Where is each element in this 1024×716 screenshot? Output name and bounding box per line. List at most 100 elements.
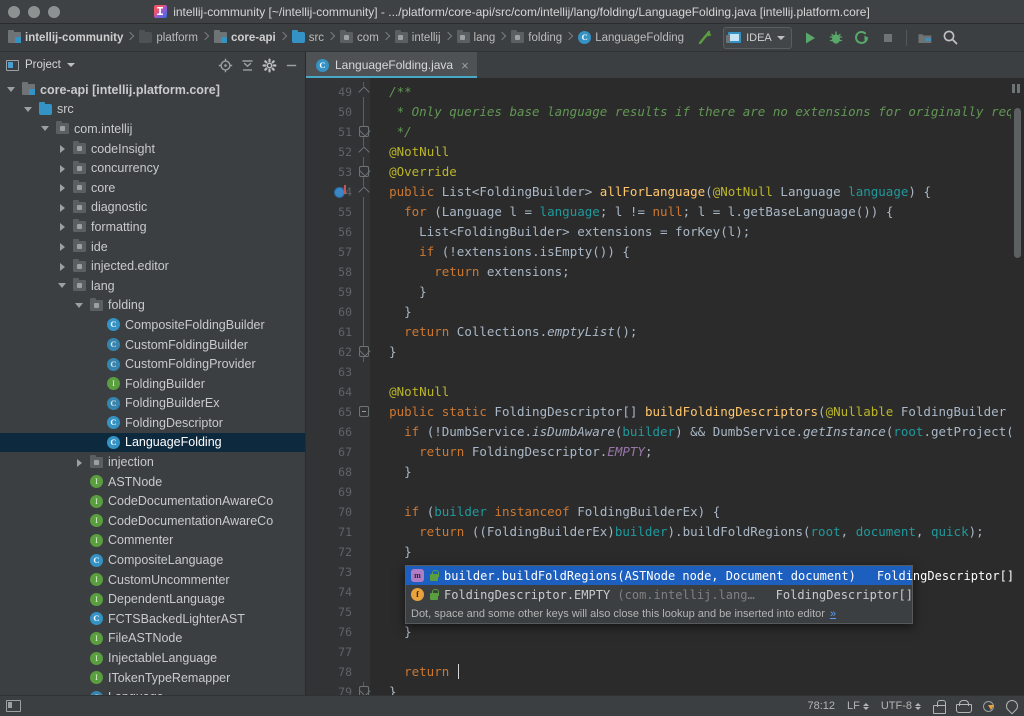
chevron-right-icon[interactable] — [74, 457, 85, 468]
run-configuration-selector[interactable]: IDEA — [723, 26, 792, 49]
lock-icon[interactable] — [933, 700, 946, 714]
tree-item-com-intellij[interactable]: com.intellij — [0, 119, 305, 139]
tree-item-foldingbuilder[interactable]: I FoldingBuilder — [0, 374, 305, 394]
chevron-right-icon[interactable] — [57, 202, 68, 213]
autocomplete-item[interactable]: m builder.buildFoldRegions(ASTNode node, … — [406, 566, 1014, 585]
tree-item-fileastnode[interactable]: I FileASTNode — [0, 629, 305, 649]
close-window-button[interactable] — [8, 5, 20, 18]
breadcrumb-item-folding[interactable]: folding — [507, 24, 565, 51]
fold-end-icon[interactable] — [359, 346, 369, 357]
breadcrumb-item-src[interactable]: src — [288, 24, 327, 51]
fold-region[interactable] — [358, 162, 370, 182]
tree-item-astnode[interactable]: I ASTNode — [0, 472, 305, 492]
debug-button[interactable] — [824, 26, 848, 50]
project-tree[interactable]: core-api [intellij.platform.core] src com.… — [0, 78, 305, 695]
tree-item-compositefoldingbuilder[interactable]: C CompositeFoldingBuilder — [0, 315, 305, 335]
stop-button[interactable] — [876, 26, 900, 50]
breadcrumb-item-com[interactable]: com — [336, 24, 382, 51]
search-everywhere-button[interactable] — [939, 26, 963, 50]
tree-item-foldingbuilderex[interactable]: C FoldingBuilderEx — [0, 394, 305, 414]
autocomplete-hint-more-link[interactable]: » — [830, 608, 836, 620]
breadcrumb-item-languagefolding[interactable]: C LanguageFolding — [574, 24, 687, 51]
chevron-right-icon[interactable] — [57, 182, 68, 193]
tree-item-fctsbackedlighterast[interactable]: C FCTSBackedLighterAST — [0, 609, 305, 629]
fold-region[interactable] — [358, 302, 370, 322]
editor-tab-languagefolding[interactable]: C LanguageFolding.java × — [306, 52, 477, 78]
background-tasks-icon[interactable] — [982, 700, 994, 712]
fold-region[interactable] — [358, 282, 370, 302]
chevron-right-icon[interactable] — [57, 241, 68, 252]
fold-region[interactable] — [358, 142, 370, 162]
tree-item-codedocumentationawareco[interactable]: I CodeDocumentationAwareCo — [0, 511, 305, 531]
breadcrumb-item-platform[interactable]: platform — [135, 24, 201, 51]
chevron-down-icon[interactable] — [6, 84, 17, 95]
tree-item-dependentlanguage[interactable]: I DependentLanguage — [0, 589, 305, 609]
window-controls[interactable] — [0, 5, 60, 18]
inspection-widget-icon[interactable] — [956, 700, 972, 713]
code-editor[interactable]: 49 50 51 52 53 54 55 56 57 58 59 60 61 62 63 64 65 66 67 68… — [306, 78, 1024, 695]
tree-item-foldingdescriptor[interactable]: C FoldingDescriptor — [0, 413, 305, 433]
breadcrumb-item-intellij-community[interactable]: intellij-community — [4, 24, 126, 51]
fold-region[interactable] — [358, 82, 370, 102]
fold-start-icon[interactable] — [359, 186, 369, 197]
caret-position-widget[interactable]: 78:12 — [807, 700, 835, 712]
autocomplete-popup[interactable]: m builder.buildFoldRegions(ASTNode node, … — [405, 565, 1014, 624]
tree-item-src[interactable]: src — [0, 100, 305, 120]
fold-region[interactable] — [358, 202, 370, 222]
line-separator-widget[interactable]: LF — [847, 700, 869, 712]
breadcrumb-item-lang[interactable]: lang — [453, 24, 499, 51]
build-project-button[interactable] — [693, 26, 717, 50]
editor-gutter[interactable]: 49 50 51 52 53 54 55 56 57 58 59 60 61 62 63 64 65 66 67 68… — [306, 78, 358, 695]
highlighting-level-icon[interactable] — [1003, 697, 1021, 715]
fold-end-icon[interactable] — [359, 686, 369, 695]
run-with-coverage-button[interactable] — [850, 26, 874, 50]
tree-item-injectablelanguage[interactable]: I InjectableLanguage — [0, 648, 305, 668]
run-button[interactable] — [798, 26, 822, 50]
chevron-down-icon[interactable] — [66, 63, 75, 67]
tree-item-commenter[interactable]: I Commenter — [0, 531, 305, 551]
fold-end-icon[interactable] — [359, 166, 369, 177]
tree-item-diagnostic[interactable]: diagnostic — [0, 198, 305, 218]
tree-item-language[interactable]: C Language — [0, 687, 305, 695]
settings-button[interactable] — [259, 55, 279, 75]
chevron-down-icon[interactable] — [40, 123, 51, 134]
chevron-down-icon[interactable] — [57, 280, 68, 291]
fold-region[interactable] — [358, 322, 370, 342]
collapse-region-icon[interactable] — [359, 406, 369, 417]
breadcrumb-item-core-api[interactable]: core-api — [210, 24, 279, 51]
chevron-down-icon[interactable] — [23, 104, 34, 115]
tree-item-customuncommenter[interactable]: I CustomUncommenter — [0, 570, 305, 590]
hide-button[interactable] — [281, 55, 301, 75]
close-icon[interactable]: × — [461, 59, 469, 72]
breadcrumb-item-intellij[interactable]: intellij — [391, 24, 444, 51]
fold-start-icon[interactable] — [359, 86, 369, 97]
encoding-widget[interactable]: UTF-8 — [881, 700, 921, 712]
tree-item-folding[interactable]: folding — [0, 296, 305, 316]
chevron-right-icon[interactable] — [57, 163, 68, 174]
tree-item-customfoldingbuilder[interactable]: C CustomFoldingBuilder — [0, 335, 305, 355]
tree-item-customfoldingprovider[interactable]: C CustomFoldingProvider — [0, 354, 305, 374]
scrollbar-thumb[interactable] — [1014, 108, 1021, 258]
tree-item-formatting[interactable]: formatting — [0, 217, 305, 237]
editor-vertical-scrollbar[interactable] — [1011, 78, 1024, 695]
tree-item-ide[interactable]: ide — [0, 237, 305, 257]
tree-item-compositelanguage[interactable]: C CompositeLanguage — [0, 550, 305, 570]
project-structure-button[interactable] — [913, 26, 937, 50]
fold-region[interactable] — [358, 262, 370, 282]
autocomplete-item[interactable]: f FoldingDescriptor.EMPTY (com.intellij.l… — [406, 585, 913, 604]
tree-item-codeinsight[interactable]: codeInsight — [0, 139, 305, 159]
maximize-window-button[interactable] — [48, 5, 60, 18]
tree-item-languagefolding[interactable]: C LanguageFolding — [0, 432, 305, 453]
chevron-right-icon[interactable] — [57, 221, 68, 232]
tree-item-core[interactable]: core — [0, 178, 305, 198]
collapse-all-button[interactable] — [237, 55, 257, 75]
fold-region[interactable] — [358, 122, 370, 142]
fold-region[interactable] — [358, 402, 370, 422]
tree-item-itokentyperemapper[interactable]: I ITokenTypeRemapper — [0, 668, 305, 688]
tree-item-codedocumentationawareco[interactable]: I CodeDocumentationAwareCo — [0, 491, 305, 511]
fold-region[interactable] — [358, 342, 370, 362]
chevron-right-icon[interactable] — [57, 261, 68, 272]
select-opened-file-button[interactable] — [215, 55, 235, 75]
tree-item-injection[interactable]: injection — [0, 452, 305, 472]
tree-item-concurrency[interactable]: concurrency — [0, 158, 305, 178]
